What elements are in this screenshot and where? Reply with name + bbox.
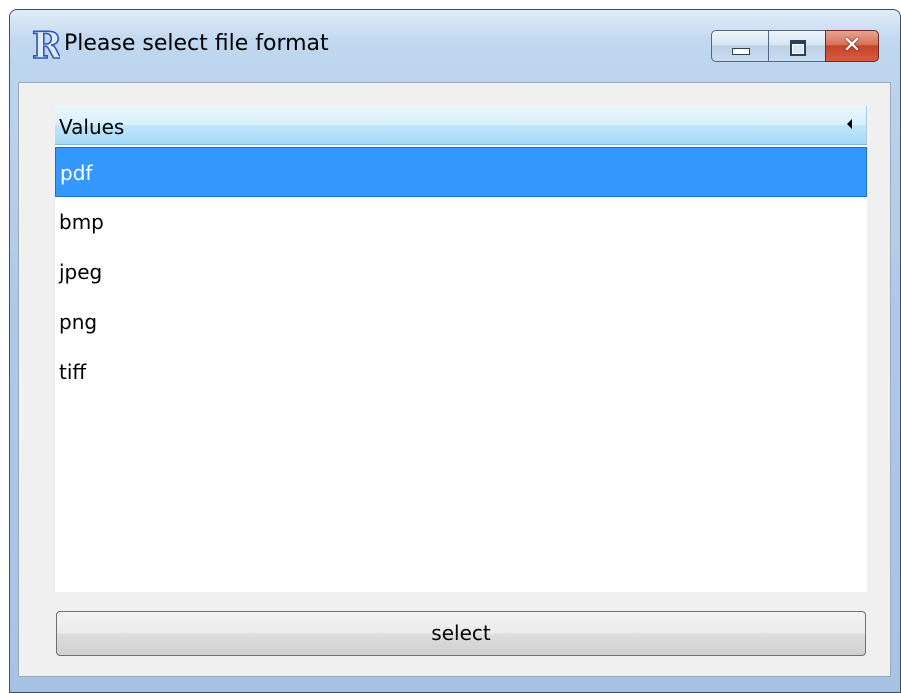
caption-buttons: ✕ xyxy=(711,30,879,62)
window-title: Please select file format xyxy=(64,31,329,56)
format-list[interactable]: Values pdf bmp jpeg png tiff xyxy=(55,106,867,592)
column-header-label: Values xyxy=(59,115,125,139)
minimize-icon xyxy=(732,48,750,55)
select-button[interactable]: select xyxy=(56,611,866,656)
sort-arrow-icon xyxy=(847,119,852,129)
maximize-button[interactable] xyxy=(768,30,826,62)
list-item-png[interactable]: png xyxy=(55,297,867,347)
close-icon: ✕ xyxy=(842,33,862,58)
dialog-client-area: Values pdf bmp jpeg png tiff select xyxy=(18,82,891,677)
close-button[interactable]: ✕ xyxy=(825,30,879,62)
maximize-icon xyxy=(790,40,806,56)
svg-text:R: R xyxy=(32,27,60,63)
list-item-pdf[interactable]: pdf xyxy=(55,147,867,197)
minimize-button[interactable] xyxy=(711,30,769,62)
r-logo-icon: R xyxy=(31,27,60,63)
list-item-bmp[interactable]: bmp xyxy=(55,197,867,247)
list-rows: pdf bmp jpeg png tiff xyxy=(55,147,867,397)
column-header-values[interactable]: Values xyxy=(55,106,867,145)
dialog-window: R Please select file format ✕ Values pdf… xyxy=(9,9,901,693)
list-item-jpeg[interactable]: jpeg xyxy=(55,247,867,297)
list-item-tiff[interactable]: tiff xyxy=(55,347,867,397)
title-bar[interactable]: R Please select file format ✕ xyxy=(10,10,900,82)
